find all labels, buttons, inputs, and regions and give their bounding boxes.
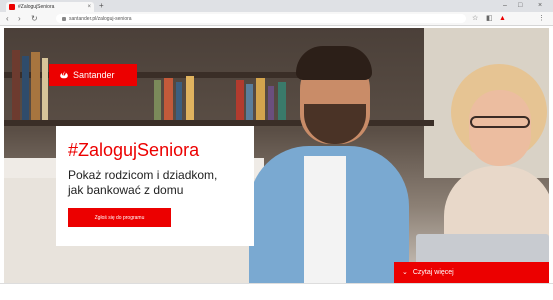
browser-toolbar: ‹ › ↻ santander.pl/zaloguj-seniora ☆ ◧ ▲… [0,12,553,26]
browser-tab[interactable]: #ZalogujSeniora × [6,2,94,12]
chevron-down-icon: ⌄ [402,269,408,276]
back-icon[interactable]: ‹ [6,14,9,24]
man-hair [296,46,372,80]
santander-logo[interactable]: Santander [49,64,137,86]
alert-icon[interactable]: ▲ [499,14,506,24]
menu-icon[interactable]: ⋮ [538,14,545,24]
maximize-icon[interactable]: □ [518,1,522,11]
page-footer [0,283,553,300]
tab-bar: #ZalogujSeniora × + – □ × [0,0,553,12]
tab-close-icon[interactable]: × [87,4,91,10]
favicon-icon [9,4,15,10]
url-text: santander.pl/zaloguj-seniora [69,15,132,22]
minimize-icon[interactable]: – [503,1,507,11]
forward-icon[interactable]: › [18,14,21,24]
brand-name: Santander [73,70,115,80]
headline-line-2: jak bankować z domu [68,183,184,197]
headline-line-1: Pokaż rodzicom i dziadkom, [68,168,218,182]
new-tab-button[interactable]: + [99,1,104,11]
lock-icon [62,16,66,21]
join-program-button[interactable]: Zgłoś się do programu [68,208,171,227]
glasses [470,116,530,128]
campaign-hashtag: #ZalogujSeniora [68,140,200,160]
star-icon[interactable]: ☆ [472,14,478,24]
address-bar[interactable]: santander.pl/zaloguj-seniora [56,14,466,23]
hero-banner: Santander #ZalogujSeniora Pokaż rodzicom… [4,28,549,283]
man-shirt [304,156,346,283]
reload-icon[interactable]: ↻ [31,14,38,24]
read-more-button[interactable]: ⌄ Czytaj więcej [394,262,549,283]
woman-face [469,90,531,166]
headline: Pokaż rodzicom i dziadkom, jak bankować … [68,168,242,198]
close-window-icon[interactable]: × [538,1,542,11]
extension-icon[interactable]: ◧ [486,14,493,24]
flame-icon [59,71,69,79]
tab-title: #ZalogujSeniora [18,4,55,10]
promo-card: #ZalogujSeniora Pokaż rodzicom i dziadko… [56,126,254,246]
read-more-label: Czytaj więcej [412,269,454,276]
